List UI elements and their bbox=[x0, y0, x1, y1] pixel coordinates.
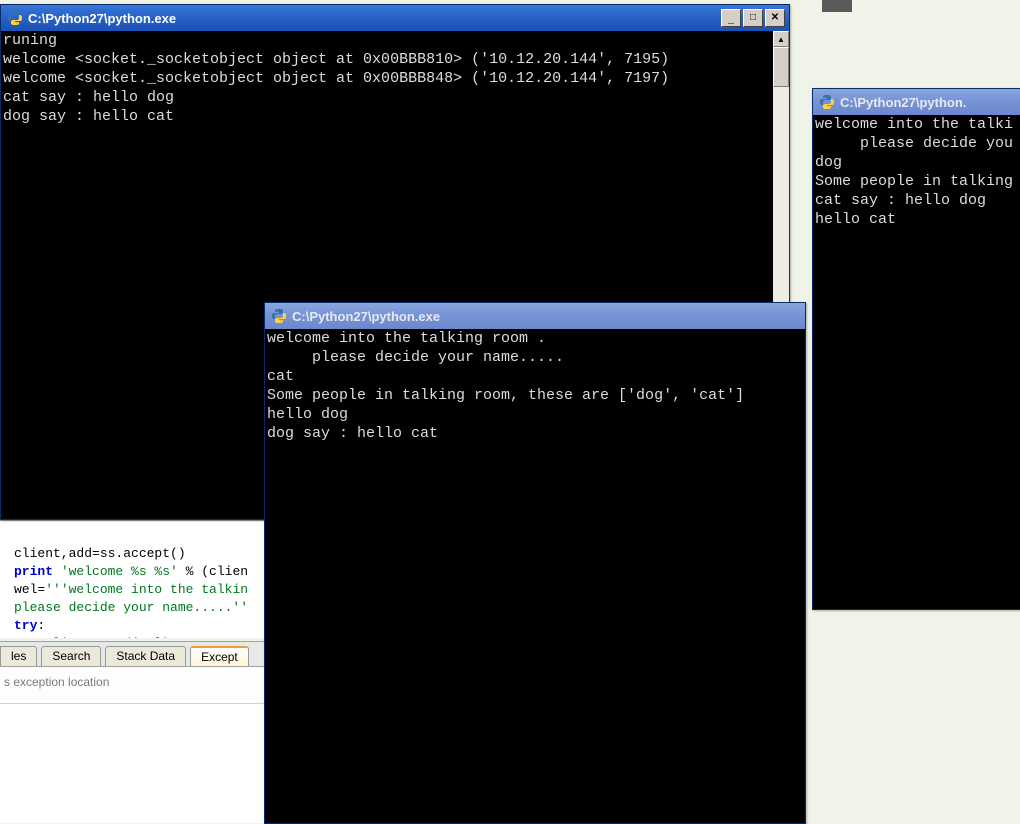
console-window-client-dog[interactable]: C:\Python27\python. welcome into the tal… bbox=[812, 88, 1020, 610]
tab-variables[interactable]: les bbox=[0, 646, 37, 666]
tab-exceptions[interactable]: Except bbox=[190, 646, 249, 666]
code-text: : bbox=[37, 618, 45, 633]
tab-search[interactable]: Search bbox=[41, 646, 101, 666]
minimize-button[interactable]: _ bbox=[721, 9, 741, 27]
console-output: welcome into the talking room . please d… bbox=[265, 329, 805, 443]
code-keyword: print bbox=[14, 564, 53, 579]
console-window-client-cat[interactable]: C:\Python27\python.exe welcome into the … bbox=[264, 302, 806, 824]
tab-row: les Search Stack Data Except bbox=[0, 641, 266, 666]
code-string: '''welcome into the talkin bbox=[45, 582, 248, 597]
close-button[interactable]: ✕ bbox=[765, 9, 785, 27]
code-editor[interactable]: client,add=ss.accept() print 'welcome %s… bbox=[0, 520, 266, 638]
bg-fragment bbox=[822, 0, 852, 12]
console-output: welcome into the talki please decide you… bbox=[813, 115, 1020, 229]
window-title: C:\Python27\python.exe bbox=[292, 309, 801, 324]
code-string: please decide your name.....'' bbox=[14, 600, 248, 615]
titlebar[interactable]: C:\Python27\python. bbox=[813, 89, 1020, 115]
console-body[interactable]: welcome into the talking room . please d… bbox=[265, 329, 805, 823]
code-text: % (clien bbox=[178, 564, 248, 579]
code-text: client.send(wel) bbox=[14, 636, 170, 638]
code-text: wel= bbox=[14, 582, 45, 597]
console-output: runing welcome <socket._socketobject obj… bbox=[1, 31, 789, 126]
window-title: C:\Python27\python.exe bbox=[28, 11, 721, 26]
window-title: C:\Python27\python. bbox=[840, 95, 1017, 110]
python-icon bbox=[271, 308, 287, 324]
maximize-button[interactable]: □ bbox=[743, 9, 763, 27]
titlebar[interactable]: C:\Python27\python.exe bbox=[265, 303, 805, 329]
lower-panel bbox=[0, 703, 266, 823]
window-controls: _ □ ✕ bbox=[721, 9, 785, 27]
tab-content: s exception location bbox=[0, 666, 266, 706]
console-body[interactable]: welcome into the talki please decide you… bbox=[813, 115, 1020, 609]
tab-stack-data[interactable]: Stack Data bbox=[105, 646, 186, 666]
code-string: 'welcome %s %s' bbox=[53, 564, 178, 579]
scroll-up-button[interactable]: ▲ bbox=[773, 31, 789, 47]
code-keyword: try bbox=[14, 618, 37, 633]
titlebar[interactable]: C:\Python27\python.exe _ □ ✕ bbox=[1, 5, 789, 31]
scroll-thumb[interactable] bbox=[773, 47, 789, 87]
tabs-panel: les Search Stack Data Except s exception… bbox=[0, 641, 266, 706]
python-icon bbox=[7, 10, 23, 26]
exception-hint: s exception location bbox=[4, 675, 109, 689]
python-icon bbox=[819, 94, 835, 110]
code-line: client,add=ss.accept() bbox=[14, 546, 186, 561]
